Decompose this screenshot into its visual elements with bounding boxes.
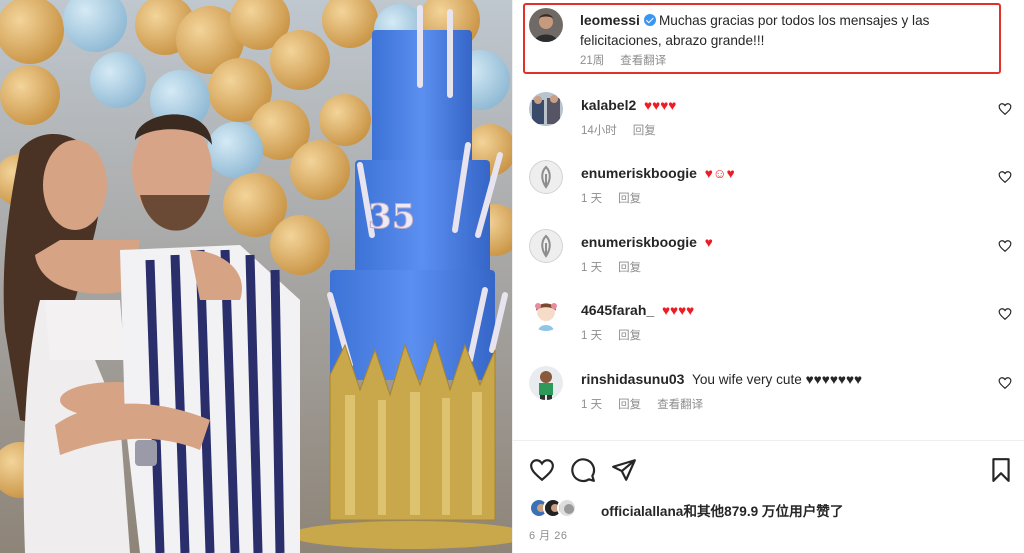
comment-item: enumeriskboogie ♥☺♥ 1 天 回复 bbox=[529, 160, 1019, 220]
post-detail-panel: leomessi Muchas gracias por todos los men… bbox=[512, 0, 1024, 553]
share-icon[interactable] bbox=[611, 457, 637, 483]
post-actions-bar: officialallana和其他879.9 万位用户赞了 6 月 26 bbox=[513, 440, 1024, 553]
comment-username[interactable]: 4645farah_ bbox=[581, 302, 654, 318]
comment-text: 4645farah_ ♥♥♥♥ bbox=[581, 301, 694, 320]
post-date[interactable]: 6 月 26 bbox=[529, 527, 567, 543]
comment-text: enumeriskboogie ♥☺♥ bbox=[581, 164, 735, 183]
liker-avatar bbox=[557, 498, 577, 518]
kalabel2-avatar[interactable] bbox=[529, 92, 563, 126]
comment-meta: 1 天 回复 bbox=[581, 327, 657, 343]
save-icon[interactable] bbox=[988, 457, 1014, 483]
caption-translate-link[interactable]: 查看翻译 bbox=[620, 55, 666, 67]
comment-item: enumeriskboogie ♥ 1 天 回复 bbox=[529, 229, 1019, 289]
comment-time[interactable]: 1 天 bbox=[581, 262, 602, 274]
comment-body: You wife very cute bbox=[692, 372, 802, 387]
reply-button[interactable]: 回复 bbox=[618, 262, 641, 274]
comment-item: 4645farah_ ♥♥♥♥ 1 天 回复 bbox=[529, 297, 1019, 357]
comment-like-icon[interactable] bbox=[998, 307, 1012, 321]
comment-text: kalabel2 ♥♥♥♥ bbox=[581, 96, 676, 115]
likes-text[interactable]: officialallana和其他879.9 万位用户赞了 bbox=[601, 500, 844, 520]
reply-button[interactable]: 回复 bbox=[618, 330, 641, 342]
enumeriskboogie-avatar[interactable] bbox=[529, 229, 563, 263]
comment-like-icon[interactable] bbox=[998, 376, 1012, 390]
verified-badge-icon bbox=[643, 14, 656, 26]
comment-time[interactable]: 14小时 bbox=[581, 125, 617, 137]
comment-body-hearts: ♥♥♥♥♥♥♥ bbox=[805, 372, 863, 387]
like-icon[interactable] bbox=[529, 457, 555, 483]
comment-like-icon[interactable] bbox=[998, 170, 1012, 184]
post-photo[interactable]: 35 bbox=[0, 0, 512, 553]
comment-body: ♥♥♥♥ bbox=[644, 98, 677, 113]
caption-text: leomessi Muchas gracias por todos los men… bbox=[580, 10, 990, 51]
reply-button[interactable]: 回复 bbox=[618, 193, 641, 205]
comment-text: rinshidasunu03 You wife very cute ♥♥♥♥♥♥… bbox=[581, 370, 862, 389]
comment-meta: 1 天 回复 bbox=[581, 259, 657, 275]
comment-meta: 1 天 回复 查看翻译 bbox=[581, 396, 719, 412]
comment-time[interactable]: 1 天 bbox=[581, 330, 602, 342]
caption-username[interactable]: leomessi bbox=[580, 12, 640, 28]
comment-time[interactable]: 1 天 bbox=[581, 193, 602, 205]
comment-body: ♥♥♥♥ bbox=[661, 303, 695, 318]
enumeriskboogie-avatar[interactable] bbox=[529, 160, 563, 194]
comment-time[interactable]: 1 天 bbox=[581, 399, 602, 411]
caption-time[interactable]: 21周 bbox=[580, 55, 604, 67]
cake-topper-number: 35 bbox=[368, 197, 415, 237]
4645farah-avatar[interactable] bbox=[529, 297, 563, 331]
comment-item: kalabel2 ♥♥♥♥ 14小时 回复 bbox=[529, 92, 1019, 152]
comment-like-icon[interactable] bbox=[998, 102, 1012, 116]
comment-body: ♥ bbox=[704, 235, 713, 250]
reply-button[interactable]: 回复 bbox=[618, 399, 641, 411]
caption-meta: 21周 查看翻译 bbox=[580, 52, 682, 68]
reply-button[interactable]: 回复 bbox=[633, 125, 656, 137]
comment-icon[interactable] bbox=[570, 457, 596, 483]
comment-username[interactable]: enumeriskboogie bbox=[581, 165, 697, 181]
comment-meta: 1 天 回复 bbox=[581, 190, 657, 206]
comment-username[interactable]: enumeriskboogie bbox=[581, 234, 697, 250]
party-photo-illustration: 35 bbox=[0, 0, 512, 553]
comment-username[interactable]: kalabel2 bbox=[581, 97, 636, 113]
comment-meta: 14小时 回复 bbox=[581, 122, 672, 138]
comment-translate-link[interactable]: 查看翻译 bbox=[657, 399, 703, 411]
leomessi-avatar[interactable] bbox=[529, 8, 563, 42]
likes-summary: officialallana和其他879.9 万位用户赞了 bbox=[529, 496, 1009, 520]
rinshidasunu03-avatar[interactable] bbox=[529, 366, 563, 400]
comment-body: ♥☺♥ bbox=[704, 166, 735, 181]
comment-like-icon[interactable] bbox=[998, 239, 1012, 253]
comment-item: rinshidasunu03 You wife very cute ♥♥♥♥♥♥… bbox=[529, 366, 1019, 426]
likes-first-user[interactable]: officialallana bbox=[601, 504, 683, 519]
comment-text: enumeriskboogie ♥ bbox=[581, 233, 713, 252]
comment-username[interactable]: rinshidasunu03 bbox=[581, 371, 684, 387]
likes-rest: 和其他879.9 万位用户赞了 bbox=[683, 504, 844, 519]
